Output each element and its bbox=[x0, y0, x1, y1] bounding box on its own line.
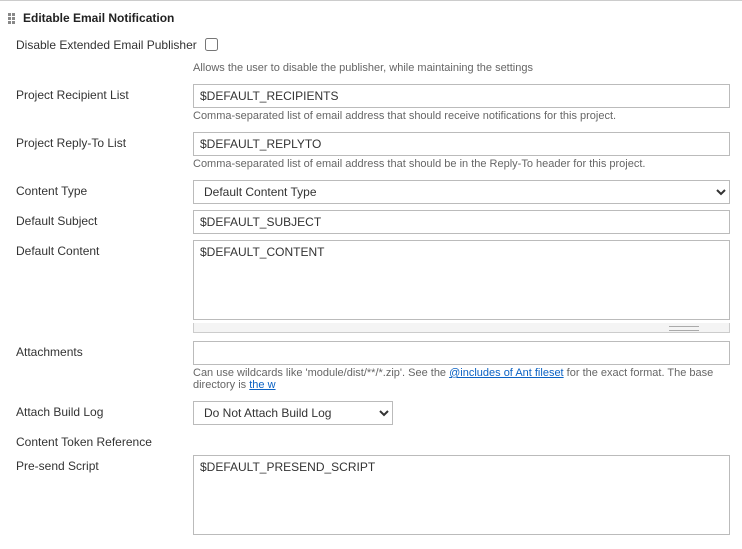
disable-publisher-help-row: Allows the user to disable the publisher… bbox=[8, 57, 730, 81]
textarea-resize-grip[interactable] bbox=[193, 323, 730, 333]
disable-publisher-checkbox[interactable] bbox=[205, 38, 218, 51]
ant-fileset-link[interactable]: @includes of Ant fileset bbox=[449, 367, 564, 379]
content-type-select[interactable]: Default Content Type bbox=[193, 180, 730, 204]
recipient-list-input[interactable] bbox=[193, 84, 730, 108]
workspace-link[interactable]: the w bbox=[249, 379, 275, 391]
attach-build-log-select[interactable]: Do Not Attach Build Log bbox=[193, 401, 393, 425]
default-subject-input[interactable] bbox=[193, 210, 730, 234]
default-subject-label: Default Subject bbox=[8, 210, 193, 228]
replyto-list-label: Project Reply-To List bbox=[8, 132, 193, 150]
attachments-row: Attachments Can use wildcards like 'modu… bbox=[8, 338, 730, 398]
replyto-list-help: Comma-separated list of email address th… bbox=[193, 156, 730, 174]
default-content-textarea[interactable] bbox=[193, 240, 730, 320]
default-content-row: Default Content bbox=[8, 237, 730, 336]
disable-publisher-row: Disable Extended Email Publisher bbox=[8, 31, 730, 57]
content-token-ref-label: Content Token Reference bbox=[8, 431, 193, 449]
recipient-list-row: Project Recipient List Comma-separated l… bbox=[8, 81, 730, 129]
presend-script-label: Pre-send Script bbox=[8, 455, 193, 473]
attachments-help-prefix: Can use wildcards like 'module/dist/**/*… bbox=[193, 367, 449, 379]
section-title: Editable Email Notification bbox=[23, 11, 174, 25]
attach-build-log-label: Attach Build Log bbox=[8, 401, 193, 419]
content-type-row: Content Type Default Content Type bbox=[8, 177, 730, 207]
default-subject-row: Default Subject bbox=[8, 207, 730, 237]
attachments-label: Attachments bbox=[8, 341, 193, 359]
attach-build-log-row: Attach Build Log Do Not Attach Build Log bbox=[8, 398, 730, 428]
recipient-list-label: Project Recipient List bbox=[8, 84, 193, 102]
content-token-ref-row: Content Token Reference bbox=[8, 428, 730, 452]
disable-publisher-help: Allows the user to disable the publisher… bbox=[193, 60, 730, 78]
presend-script-row: Pre-send Script bbox=[8, 452, 730, 541]
attachments-input[interactable] bbox=[193, 341, 730, 365]
recipient-list-help: Comma-separated list of email address th… bbox=[193, 108, 730, 126]
presend-script-textarea[interactable] bbox=[193, 455, 730, 535]
content-type-label: Content Type bbox=[8, 180, 193, 198]
default-content-label: Default Content bbox=[8, 240, 193, 258]
section-header: Editable Email Notification bbox=[8, 9, 730, 31]
replyto-list-row: Project Reply-To List Comma-separated li… bbox=[8, 129, 730, 177]
disable-publisher-label: Disable Extended Email Publisher bbox=[8, 34, 205, 52]
attachments-help: Can use wildcards like 'module/dist/**/*… bbox=[193, 365, 730, 395]
replyto-list-input[interactable] bbox=[193, 132, 730, 156]
drag-handle-icon[interactable] bbox=[8, 13, 18, 23]
